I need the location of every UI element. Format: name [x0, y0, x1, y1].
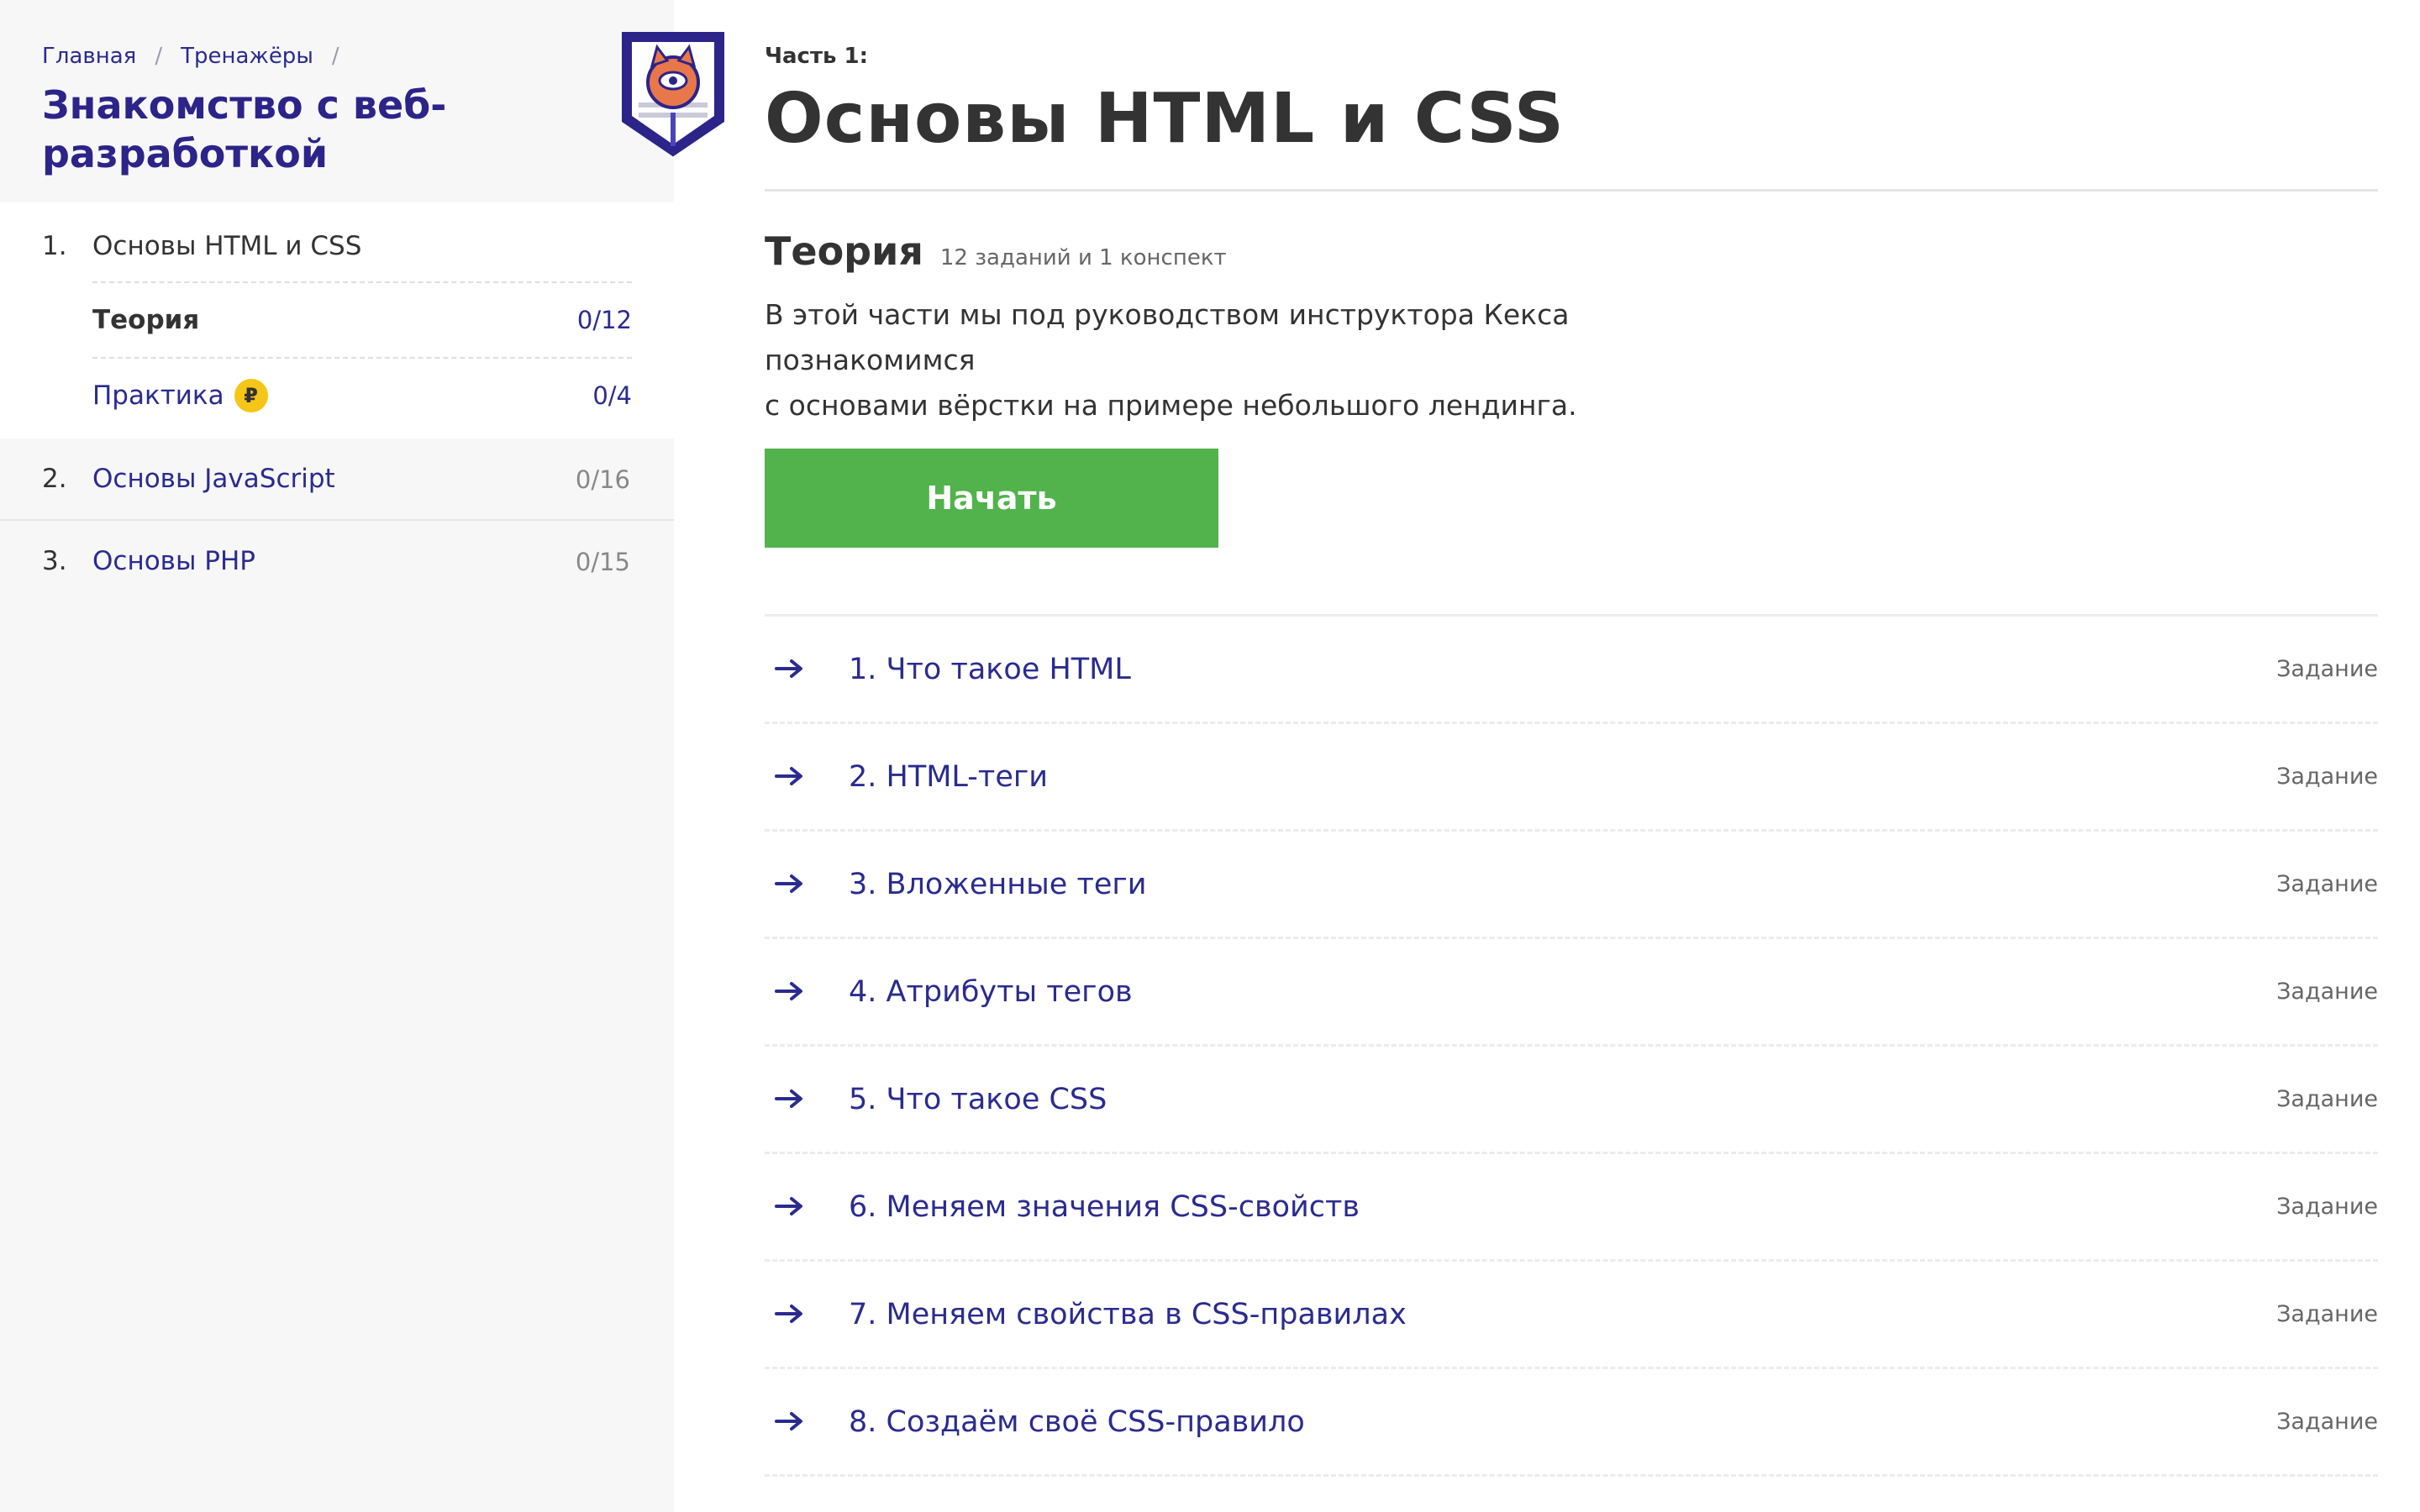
task-label: 8. Создаём своё CSS-правило	[849, 1404, 1305, 1439]
task-type: Задание	[2276, 979, 2378, 1005]
task-type: Задание	[2276, 656, 2378, 682]
task-item[interactable]: 7. Меняем свойства в CSS-правилах Задание	[765, 1262, 2378, 1369]
task-label: 7. Меняем свойства в CSS-правилах	[849, 1297, 1407, 1331]
task-label: 2. HTML-теги	[849, 759, 1048, 794]
task-type: Задание	[2276, 764, 2378, 790]
section-label: Основы JavaScript	[92, 464, 335, 494]
task-type: Задание	[2276, 871, 2378, 897]
progress-count: 0/12	[576, 306, 632, 334]
breadcrumb-home-link[interactable]: Главная	[42, 44, 136, 69]
start-button[interactable]: Начать	[765, 449, 1218, 548]
arrow-right-icon	[775, 659, 802, 678]
breadcrumb-separator: /	[331, 44, 339, 69]
task-list: 1. Что такое HTML Задание 2. HTML-теги Зада…	[765, 617, 2378, 1477]
sub-item-label: Теория	[92, 305, 200, 335]
section-label: Основы HTML и CSS	[92, 231, 362, 261]
part-label: Часть 1:	[765, 44, 869, 69]
part-title: Основы HTML и CSS	[765, 79, 1565, 159]
task-item[interactable]: 4. Атрибуты тегов Задание	[765, 939, 2378, 1047]
breadcrumb-separator: /	[155, 44, 163, 69]
arrow-right-icon	[775, 1089, 802, 1108]
sub-item-practice[interactable]: Практика ₽ 0/4	[92, 357, 632, 433]
breadcrumb-trainers-link[interactable]: Тренажёры	[181, 44, 313, 69]
section-javascript[interactable]: 2. Основы JavaScript 0/16	[0, 438, 674, 521]
theory-header: Теория 12 заданий и 1 конспект	[765, 228, 1227, 274]
theory-meta: 12 заданий и 1 конспект	[939, 245, 1227, 270]
sub-item-theory[interactable]: Теория 0/12	[92, 281, 632, 357]
part-description: В этой части мы под руководством инструк…	[765, 292, 1773, 428]
sidebar: Главная / Тренажёры / Знакомство с веб-р…	[0, 0, 724, 1512]
description-line: с основами вёрстки на примере небольшого…	[765, 389, 1577, 422]
course-title: Знакомство с веб-разработкой	[42, 82, 447, 176]
task-item[interactable]: 6. Меняем значения CSS-свойств Задание	[765, 1154, 2378, 1262]
task-item[interactable]: 5. Что такое CSS Задание	[765, 1047, 2378, 1154]
arrow-right-icon	[775, 1305, 802, 1323]
section-label: Основы PHP	[92, 546, 255, 576]
task-item[interactable]: 2. HTML-теги Задание	[765, 724, 2378, 832]
breadcrumb: Главная / Тренажёры /	[42, 42, 358, 71]
section-php[interactable]: 3. Основы PHP 0/15	[0, 521, 674, 603]
divider	[765, 189, 2378, 192]
task-item[interactable]: 3. Вложенные теги Задание	[765, 832, 2378, 939]
theory-title: Теория	[765, 228, 923, 274]
description-line: В этой части мы под руководством инструк…	[765, 298, 1570, 376]
arrow-right-icon	[775, 1197, 802, 1215]
section-html-css: 1. Основы HTML и CSS Теория 0/12 Практик…	[0, 202, 674, 438]
arrow-right-icon	[775, 767, 802, 785]
arrow-right-icon	[775, 982, 802, 1000]
progress-count: 0/15	[575, 548, 630, 576]
task-item[interactable]: 1. Что такое HTML Задание	[765, 617, 2378, 724]
task-label: 3. Вложенные теги	[849, 867, 1147, 901]
sidebar-header: Главная / Тренажёры / Знакомство с веб-р…	[0, 0, 724, 202]
task-label: 1. Что такое HTML	[849, 652, 1131, 686]
sub-item-label: Практика	[92, 381, 224, 411]
section-number: 3.	[42, 546, 67, 576]
task-item[interactable]: 8. Создаём своё CSS-правило Задание	[765, 1369, 2378, 1477]
task-type: Задание	[2276, 1194, 2378, 1220]
task-label: 6. Меняем значения CSS-свойств	[849, 1189, 1360, 1224]
progress-count: 0/4	[592, 381, 632, 410]
main-content: Часть 1: Основы HTML и CSS Теория 12 зад…	[765, 0, 2378, 1512]
task-label: 4. Атрибуты тегов	[849, 974, 1133, 1009]
detective-cat-shield-logo	[622, 32, 724, 157]
section-number: 1.	[42, 231, 67, 261]
progress-count: 0/16	[575, 465, 630, 494]
task-type: Задание	[2276, 1086, 2378, 1112]
ruble-coin-icon: ₽	[234, 379, 268, 412]
task-type: Задание	[2276, 1301, 2378, 1327]
task-type: Задание	[2276, 1409, 2378, 1435]
task-label: 5. Что такое CSS	[849, 1082, 1107, 1116]
arrow-right-icon	[775, 874, 802, 893]
section-number: 2.	[42, 464, 67, 494]
arrow-right-icon	[775, 1412, 802, 1431]
